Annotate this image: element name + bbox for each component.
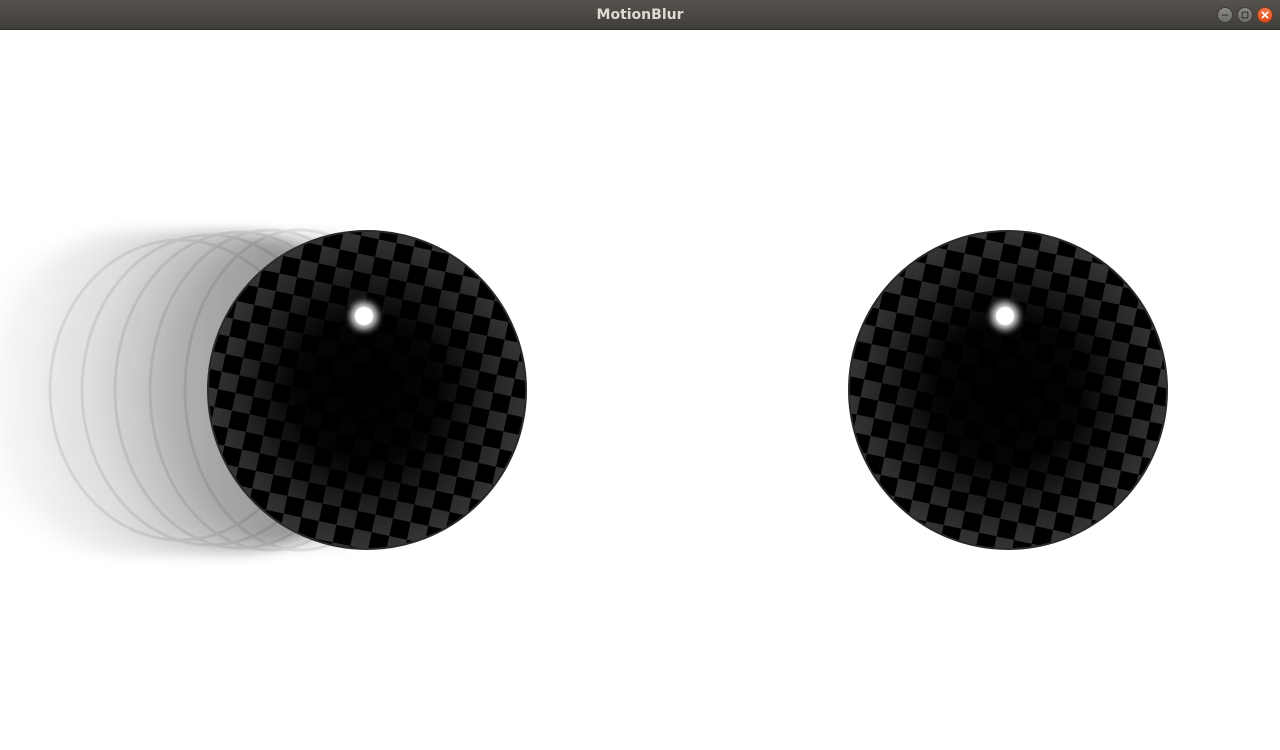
scene-svg <box>0 228 1168 555</box>
render-canvas[interactable] <box>0 30 1280 750</box>
static-sphere <box>848 230 1168 550</box>
maximize-icon <box>1241 11 1249 19</box>
minimize-button[interactable] <box>1217 7 1233 23</box>
close-icon <box>1261 11 1269 19</box>
blurred-sphere <box>207 230 527 550</box>
window-controls <box>1217 7 1273 23</box>
window-title: MotionBlur <box>596 7 684 23</box>
title-bar[interactable]: MotionBlur <box>0 0 1280 30</box>
app-window: MotionBlur <box>0 0 1280 750</box>
close-button[interactable] <box>1257 7 1273 23</box>
maximize-button[interactable] <box>1237 7 1253 23</box>
minimize-icon <box>1222 14 1228 16</box>
